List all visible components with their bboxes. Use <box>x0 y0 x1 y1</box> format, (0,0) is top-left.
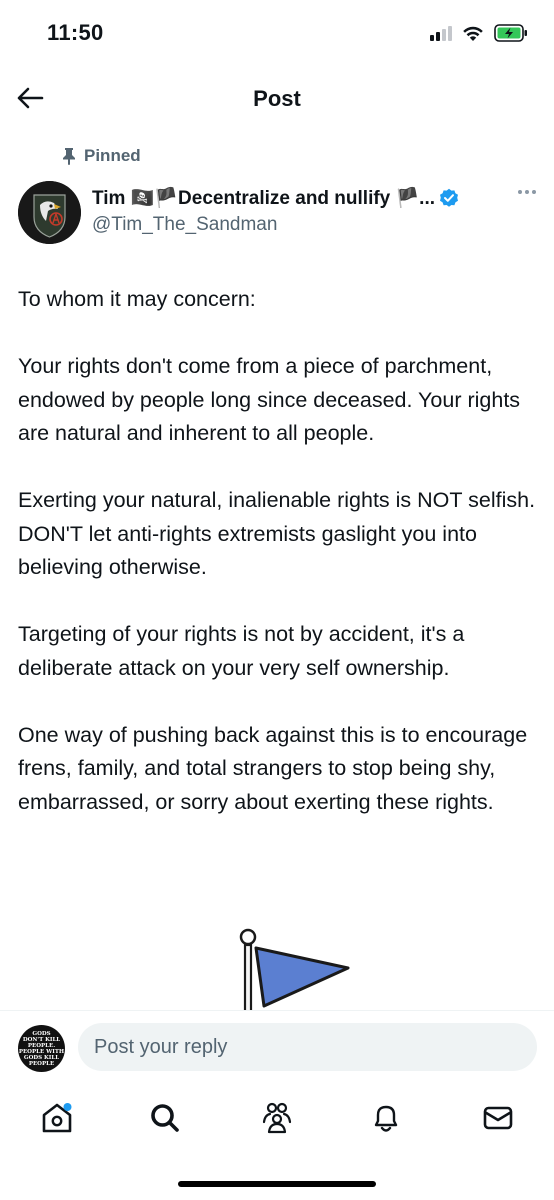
post-paragraph: To whom it may concern: <box>18 287 256 311</box>
more-dot-icon <box>532 190 536 194</box>
reply-bar: GODS DON'T KILL PEOPLE. PEOPLE WITH GODS… <box>0 1010 554 1082</box>
user-avatar[interactable]: GODS DON'T KILL PEOPLE. PEOPLE WITH GODS… <box>18 1025 65 1072</box>
nav-communities[interactable] <box>257 1098 297 1138</box>
post-image[interactable] <box>230 926 360 1010</box>
messages-icon <box>483 1106 513 1130</box>
page-title: Post <box>253 86 301 111</box>
verified-badge-icon <box>440 188 459 207</box>
nav-messages[interactable] <box>478 1098 518 1138</box>
post-paragraph: Exerting your natural, inalienable right… <box>18 488 536 579</box>
author-handle[interactable]: @Tim_The_Sandman <box>92 214 277 236</box>
author-name: Tim 🏴‍☠️🏴Decentralize and nullify 🏴... <box>92 188 436 209</box>
avatar-text-line: PEOPLE <box>28 1060 55 1067</box>
home-icon <box>42 1103 72 1133</box>
post-paragraph: One way of pushing back against this is … <box>18 722 528 814</box>
home-indicator[interactable] <box>178 1181 376 1187</box>
more-dot-icon <box>525 190 529 194</box>
bottom-nav <box>0 1082 554 1200</box>
status-bar: 11:50 <box>0 0 554 70</box>
nav-home[interactable] <box>37 1098 77 1138</box>
nav-notifications[interactable] <box>366 1098 406 1138</box>
nav-search[interactable] <box>145 1098 185 1138</box>
post-screen: 11:50 <box>0 0 554 1200</box>
wifi-icon <box>463 26 483 41</box>
pinned-indicator: Pinned <box>62 146 141 166</box>
communities-icon <box>262 1102 292 1134</box>
more-dot-icon <box>518 190 522 194</box>
post-paragraph: Targeting of your rights is not by accid… <box>18 622 465 680</box>
status-icons <box>430 24 528 42</box>
post-paragraph: Your rights don't come from a piece of p… <box>18 354 521 445</box>
author-name-row[interactable]: Tim 🏴‍☠️🏴Decentralize and nullify 🏴... <box>92 186 459 210</box>
status-time: 11:50 <box>47 20 104 45</box>
author-avatar-image <box>18 181 81 244</box>
notifications-icon <box>374 1105 398 1132</box>
pinned-label: Pinned <box>84 146 141 165</box>
flag-illustration-icon <box>239 928 350 1010</box>
pin-icon <box>63 148 75 165</box>
search-icon <box>151 1104 179 1132</box>
author-avatar[interactable] <box>18 181 81 244</box>
more-options-button[interactable] <box>518 190 536 194</box>
reply-input[interactable] <box>78 1023 537 1071</box>
battery-charging-icon <box>494 24 527 42</box>
cellular-signal-icon <box>430 25 452 41</box>
post-body: To whom it may concern: Your rights don'… <box>18 283 538 853</box>
header: Post <box>0 70 554 130</box>
